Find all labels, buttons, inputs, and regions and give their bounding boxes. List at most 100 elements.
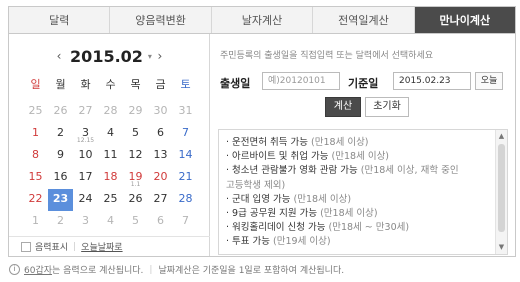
day-cell[interactable]: 19 1.1 — [123, 167, 148, 189]
reset-button[interactable]: 초기화 — [365, 97, 409, 117]
result-main: 군대 입영 가능 — [232, 193, 291, 205]
today-link[interactable]: 오늘날짜로 — [81, 240, 122, 253]
day-cell[interactable]: 28 — [173, 189, 198, 211]
lunar-checkbox[interactable] — [21, 241, 31, 252]
prev-month-icon[interactable]: ‹ — [51, 49, 67, 63]
day-cell[interactable]: 23 — [48, 189, 73, 211]
day-cell[interactable]: 2 — [48, 123, 73, 145]
day-cell[interactable]: 17 — [73, 167, 98, 189]
day-cell[interactable]: 6 — [148, 123, 173, 145]
day-cell[interactable]: 26 — [123, 189, 148, 211]
day-cell[interactable]: 29 — [123, 101, 148, 123]
base-date-input[interactable]: 2015.02.23 — [393, 72, 471, 90]
day-number: 4 — [107, 214, 114, 227]
tab-3[interactable]: 날자계산 — [211, 7, 314, 33]
day-number: 6 — [157, 214, 164, 227]
day-number: 13 — [153, 148, 168, 161]
age-form-panel: 주민등록의 출생일을 직접입력 또는 달력에서 선택하세요 출생일 예)2012… — [210, 34, 515, 256]
day-cell[interactable]: 25 — [23, 101, 48, 123]
day-cell[interactable]: 25 — [98, 189, 123, 211]
day-number: 30 — [153, 104, 168, 117]
day-number: 1 — [32, 214, 39, 227]
day-cell[interactable]: 2 — [48, 211, 73, 233]
calculate-button[interactable]: 계산 — [325, 97, 361, 117]
form-hint: 주민등록의 출생일을 직접입력 또는 달력에서 선택하세요 — [220, 51, 434, 61]
weekday-label: 수 — [105, 78, 116, 91]
day-cell[interactable]: 13 — [148, 145, 173, 167]
bullet: · — [226, 137, 230, 148]
day-cell[interactable]: 14 — [173, 145, 198, 167]
day-number: 4 — [107, 126, 114, 139]
today-button[interactable]: 오늘 — [475, 72, 503, 90]
tab-5[interactable]: 만나이계산 — [414, 7, 516, 33]
day-cell[interactable]: 4 — [98, 211, 123, 233]
day-cell[interactable]: 5 — [123, 211, 148, 233]
result-main: 워킹홀리데이 신청 가능 — [232, 222, 326, 234]
result-main: 9급 공무원 지원 가능 — [232, 208, 318, 220]
result-condition: (만18세 ~ 만30세) — [328, 222, 410, 234]
day-number: 14 — [178, 148, 193, 161]
day-cell[interactable]: 31 — [173, 101, 198, 123]
day-cell[interactable]: 24 — [73, 189, 98, 211]
day-cell[interactable]: 28 — [98, 101, 123, 123]
day-cell[interactable]: 12 — [123, 145, 148, 167]
day-cell[interactable]: 21 — [173, 167, 198, 189]
day-number: 17 — [78, 170, 93, 183]
day-cell[interactable]: 1 — [23, 123, 48, 145]
day-cell[interactable]: 1 — [23, 211, 48, 233]
day-cell[interactable]: 20 — [148, 167, 173, 189]
scroll-down-icon[interactable]: ▼ — [496, 242, 507, 253]
tab-4[interactable]: 전역일계산 — [313, 7, 415, 33]
day-cell[interactable]: 18 — [98, 167, 123, 189]
day-cell[interactable]: 15 — [23, 167, 48, 189]
day-cell[interactable]: 4 — [98, 123, 123, 145]
day-number: 29 — [128, 104, 143, 117]
lunar-date: 12.15 — [76, 137, 95, 144]
day-number: 15 — [28, 170, 43, 183]
result-item: · 청소년 관람불가 영화 관람 가능 (만18세 이상, 재학 중인 — [226, 164, 491, 178]
result-item: · 워킹홀리데이 신청 가능 (만18세 ~ 만30세) — [226, 221, 491, 235]
day-number: 23 — [52, 192, 69, 205]
day-cell[interactable]: 27 — [148, 189, 173, 211]
day-cell[interactable]: 3 — [73, 211, 98, 233]
day-cell[interactable]: 22 — [23, 189, 48, 211]
scroll-up-icon[interactable]: ▲ — [496, 131, 507, 142]
weekday-label: 목 — [130, 78, 141, 91]
day-cell[interactable]: 30 — [148, 101, 173, 123]
day-cell[interactable]: 10 — [73, 145, 98, 167]
next-month-icon[interactable]: › — [152, 49, 168, 63]
day-cell[interactable]: 9 — [48, 145, 73, 167]
tab-1[interactable]: 달력 — [9, 7, 111, 33]
info-icon: i — [9, 264, 20, 275]
calendar-header: ‹ 2015.02 ▾ › — [9, 44, 210, 68]
divider: | — [73, 241, 77, 252]
scroll-thumb[interactable] — [498, 144, 505, 232]
day-cell[interactable]: 3 12.15 — [73, 123, 98, 145]
day-cell[interactable]: 5 — [123, 123, 148, 145]
result-item: · 투표 가능 (만19세 이상) — [226, 235, 491, 249]
lunar-label: 음력표시 — [35, 243, 69, 253]
day-number: 5 — [132, 214, 139, 227]
day-cell[interactable]: 8 — [23, 145, 48, 167]
result-main: 운전면허 취득 가능 — [232, 137, 308, 148]
sexagenary-link[interactable]: 60갑자 — [24, 263, 52, 276]
weekday-header: 일월화수목금토 — [23, 76, 198, 92]
day-cell[interactable]: 7 — [173, 211, 198, 233]
birth-date-input[interactable]: 예)20120101 — [262, 72, 340, 90]
day-number: 18 — [103, 170, 118, 183]
day-cell[interactable]: 16 — [48, 167, 73, 189]
results-scrollbar[interactable]: ▲ ▼ — [495, 130, 507, 254]
weekday-label: 화 — [80, 78, 91, 91]
day-number: 10 — [78, 148, 93, 161]
tab-2[interactable]: 양음력변환 — [110, 7, 212, 33]
day-number: 2 — [57, 126, 64, 139]
day-cell[interactable]: 7 — [173, 123, 198, 145]
day-number: 27 — [153, 192, 168, 205]
day-cell[interactable]: 6 — [148, 211, 173, 233]
day-cell[interactable]: 11 — [98, 145, 123, 167]
day-number: 6 — [157, 126, 164, 139]
bullet: · — [226, 222, 230, 234]
day-cell[interactable]: 27 — [73, 101, 98, 123]
day-cell[interactable]: 26 — [48, 101, 73, 123]
result-main: 투표 가능 — [232, 236, 271, 248]
